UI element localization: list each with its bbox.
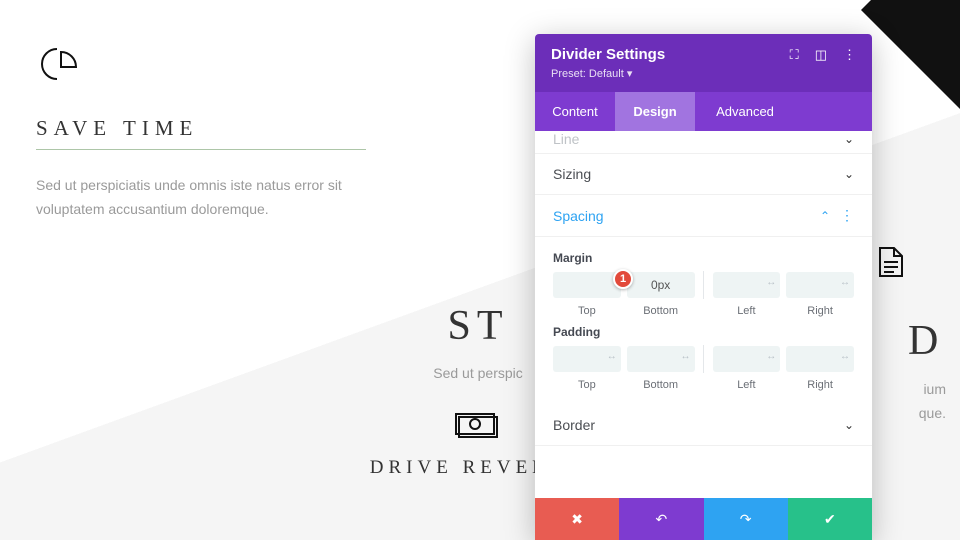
redo-icon: ↷ <box>740 511 752 528</box>
chevron-up-icon: ⌃ <box>820 209 830 223</box>
layout-icon[interactable]: ◫ <box>815 47 827 63</box>
settings-panel: Divider Settings ⛶ ◫ ⋮ Preset: Default ▾… <box>535 34 872 540</box>
undo-icon: ↶ <box>656 511 668 528</box>
document-icon <box>878 246 904 283</box>
section-more-icon[interactable]: ⋮ <box>840 207 854 223</box>
padding-top-input[interactable] <box>553 346 621 372</box>
more-icon[interactable]: ⋮ <box>843 47 856 63</box>
side-label: Bottom <box>627 305 695 317</box>
side-label: Left <box>713 379 781 391</box>
tab-design[interactable]: Design <box>615 92 695 131</box>
divider-line <box>36 149 366 150</box>
margin-bottom-input[interactable] <box>627 272 695 298</box>
annotation-pin-1: 1 <box>613 269 633 289</box>
chevron-down-icon: ⌄ <box>844 167 854 181</box>
side-label: Right <box>786 379 854 391</box>
padding-right-input[interactable] <box>786 346 854 372</box>
spacing-body: Margin 1 Top Bottom Left Right Padding <box>535 237 872 405</box>
cash-icon <box>455 411 501 441</box>
padding-left-input[interactable] <box>713 346 781 372</box>
close-icon: ✖ <box>571 511 583 528</box>
margin-right-input[interactable] <box>786 272 854 298</box>
side-label: Right <box>786 305 854 317</box>
panel-title: Divider Settings <box>551 46 665 63</box>
margin-top-input[interactable] <box>553 272 621 298</box>
chevron-down-icon: ⌄ <box>844 132 854 146</box>
side-label: Top <box>553 305 621 317</box>
tab-content[interactable]: Content <box>535 92 615 131</box>
margin-label: Margin <box>553 251 854 265</box>
check-icon: ✔ <box>824 511 836 528</box>
redo-button[interactable]: ↷ <box>704 498 788 540</box>
chevron-down-icon: ⌄ <box>844 418 854 432</box>
padding-label: Padding <box>553 325 854 339</box>
cancel-button[interactable]: ✖ <box>535 498 619 540</box>
section-line[interactable]: Line ⌄ <box>535 131 872 154</box>
side-label: Left <box>713 305 781 317</box>
panel-tabs: Content Design Advanced <box>535 92 872 131</box>
preset-selector[interactable]: Preset: Default ▾ <box>551 67 856 80</box>
side-label: Bottom <box>627 379 695 391</box>
side-label: Top <box>553 379 621 391</box>
section1-body: Sed ut perspiciatis unde omnis iste natu… <box>36 174 376 222</box>
section-border[interactable]: Border ⌄ <box>535 405 872 446</box>
padding-bottom-input[interactable] <box>627 346 695 372</box>
section-sizing[interactable]: Sizing ⌄ <box>535 154 872 195</box>
margin-left-input[interactable] <box>713 272 781 298</box>
expand-icon[interactable]: ⛶ <box>790 47 799 63</box>
pie-chart-icon <box>36 48 78 90</box>
hero-title-trail: D <box>908 317 938 365</box>
save-button[interactable]: ✔ <box>788 498 872 540</box>
undo-button[interactable]: ↶ <box>619 498 703 540</box>
tab-advanced[interactable]: Advanced <box>695 92 795 131</box>
section-spacing[interactable]: Spacing ⌃ ⋮ <box>535 195 872 237</box>
hero-sub-trail: iumque. <box>876 378 946 426</box>
